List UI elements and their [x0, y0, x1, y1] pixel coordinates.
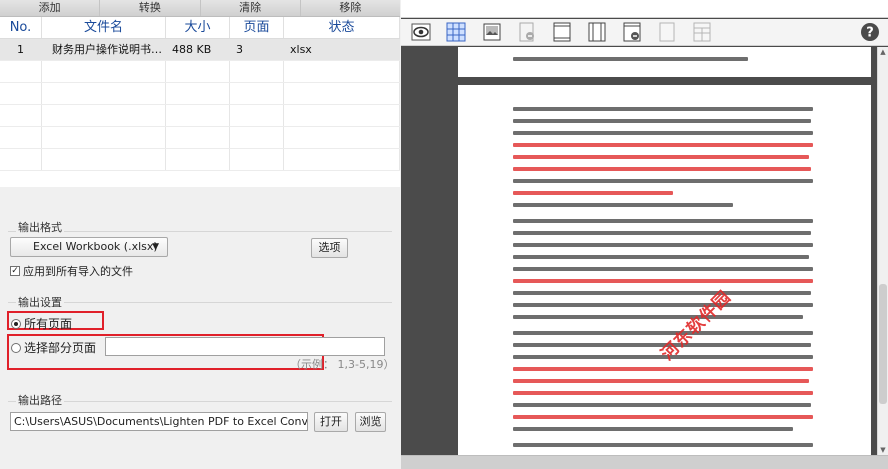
output-path-label: 输出路径: [16, 392, 64, 408]
table-row-empty: [0, 83, 400, 105]
column-header-no[interactable]: No.: [0, 17, 42, 38]
column-header-size[interactable]: 大小: [166, 17, 230, 38]
text-line: [513, 57, 748, 61]
scroll-up-icon[interactable]: ▲: [879, 48, 887, 56]
page-range-example: （示例： 1,3-5,19）: [290, 358, 395, 371]
blank-page-icon[interactable]: [657, 22, 677, 42]
table-row-empty: [0, 105, 400, 127]
format-select[interactable]: Excel Workbook (.xlsx) ▼: [10, 237, 168, 257]
watermark-text: 河东软件园: [657, 286, 736, 365]
help-icon[interactable]: ?: [860, 22, 880, 42]
check-icon: ✓: [10, 266, 20, 276]
clear-button[interactable]: 清除: [201, 0, 301, 16]
preview-page: 河东软件园: [458, 85, 871, 455]
cell-size: 488 KB: [166, 39, 230, 60]
viewer-toolbar: ?: [401, 19, 888, 46]
table-header: No. 文件名 大小 页面 状态: [0, 17, 400, 39]
preview-panel: ? 河东软件园 ▲ ▼: [401, 0, 888, 469]
conversion-panel: 添加 转换 清除 移除 No. 文件名 大小 页面 状态 1 财务用户操作说明书…: [0, 0, 400, 469]
table-row-empty: [0, 127, 400, 149]
column-header-state[interactable]: 状态: [284, 17, 400, 38]
all-pages-radio[interactable]: 所有页面: [11, 315, 72, 332]
partial-pages-radio[interactable]: 选择部分页面: [11, 339, 96, 356]
main-toolbar: 添加 转换 清除 移除: [0, 0, 400, 17]
table-row[interactable]: 1 财务用户操作说明书.xlsx 488 KB 3 xlsx: [0, 39, 400, 61]
output-format-label: 输出格式: [16, 219, 64, 235]
vertical-scrollbar[interactable]: ▲ ▼: [877, 47, 888, 455]
all-pages-label: 所有页面: [24, 317, 73, 331]
eye-icon[interactable]: [411, 22, 431, 42]
table-row-empty: [0, 149, 400, 171]
apply-all-label: 应用到所有导入的文件: [23, 265, 133, 278]
radio-selected-icon: [11, 318, 21, 329]
open-button[interactable]: 打开: [314, 412, 348, 432]
remove-button[interactable]: 移除: [301, 0, 400, 16]
preview-top-bar: [401, 0, 888, 18]
cell-pages: 3: [230, 39, 284, 60]
preview-page: [458, 47, 871, 77]
scroll-down-icon[interactable]: ▼: [879, 446, 887, 454]
convert-button[interactable]: 转换: [100, 0, 201, 16]
browse-button[interactable]: 浏览: [355, 412, 386, 432]
scroll-thumb[interactable]: [879, 284, 887, 404]
page-range-input[interactable]: [105, 337, 385, 356]
chevron-down-icon: ▼: [152, 242, 159, 252]
settings-group-line: [8, 302, 392, 303]
table-row-empty: [0, 61, 400, 83]
format-group-line: [8, 231, 392, 232]
output-settings-label: 输出设置: [16, 294, 64, 310]
horizontal-scrollbar[interactable]: [401, 455, 888, 469]
partial-pages-label: 选择部分页面: [24, 341, 97, 355]
radio-unselected-icon: [11, 342, 21, 353]
two-page-icon[interactable]: [587, 22, 607, 42]
delete-page-icon[interactable]: [622, 22, 642, 42]
options-button[interactable]: 选项: [311, 238, 348, 258]
remove-page-icon[interactable]: [517, 22, 537, 42]
grid-icon[interactable]: [446, 22, 466, 42]
cell-state: xlsx: [284, 39, 400, 60]
apply-all-checkbox[interactable]: ✓ 应用到所有导入的文件: [10, 263, 133, 279]
path-group-line: [8, 401, 392, 402]
cell-name: 财务用户操作说明书.xlsx: [42, 39, 166, 60]
column-header-name[interactable]: 文件名: [42, 17, 166, 38]
image-icon[interactable]: [482, 22, 502, 42]
single-page-icon[interactable]: [552, 22, 572, 42]
add-button[interactable]: 添加: [0, 0, 101, 16]
file-table: No. 文件名 大小 页面 状态 1 财务用户操作说明书.xlsx 488 KB…: [0, 17, 400, 187]
column-header-pages[interactable]: 页面: [230, 17, 284, 38]
document-preview[interactable]: 河东软件园: [401, 47, 877, 455]
output-path-input[interactable]: C:\Users\ASUS\Documents\Lighten PDF to E…: [10, 412, 308, 431]
cell-no: 1: [0, 39, 42, 60]
format-select-value: Excel Workbook (.xlsx): [33, 240, 158, 253]
table-page-icon[interactable]: [692, 22, 712, 42]
svg-text:?: ?: [866, 26, 874, 41]
